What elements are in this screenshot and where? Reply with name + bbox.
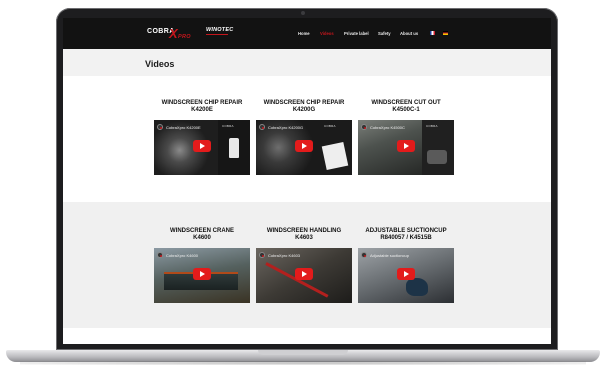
play-button-icon[interactable] <box>193 268 211 280</box>
video-overlay-title: CobraXpro K4200E <box>166 125 201 130</box>
video-title-line2: K4603 <box>295 234 313 241</box>
video-thumbnail[interactable]: CobraXpro K4603 <box>256 248 352 303</box>
video-title-line1: WINDSCREEN CUT OUT <box>371 100 441 106</box>
channel-avatar <box>361 124 367 130</box>
nav-item-about-us[interactable]: About us <box>400 31 418 36</box>
video-title: WINDSCREEN HANDLING K4603 <box>252 228 356 241</box>
partner-logo-underline <box>206 34 228 35</box>
channel-avatar <box>259 252 265 258</box>
video-still <box>406 278 428 296</box>
channel-avatar <box>157 252 163 258</box>
top-navbar: COBRA X PRO WINOTEC Home Videos Private … <box>63 18 551 49</box>
video-overlay-title: CobraXpro K4200G <box>268 125 304 130</box>
video-side-panel <box>422 120 454 175</box>
product-card <box>321 141 349 171</box>
product-tool <box>427 150 447 164</box>
video-title: WINDSCREEN CHIP REPAIR K4200G <box>252 100 356 113</box>
video-title-line2: K4200E <box>191 106 213 113</box>
video-title-line1: WINDSCREEN HANDLING <box>266 228 342 234</box>
play-button-icon[interactable] <box>295 268 313 280</box>
de-flag-icon[interactable] <box>443 31 448 35</box>
video-overlay-title: CobraXpro K4603 <box>268 253 301 258</box>
video-title-line1: ADJUSTABLE SUCTIONCUP <box>365 228 447 234</box>
nav-item-safety[interactable]: Safety <box>378 31 391 36</box>
video-title-line1: WINDSCREEN CRANE <box>169 228 234 234</box>
video-overlay-title: CobraXpro K4500C <box>370 125 405 130</box>
winotec-logo[interactable]: WINOTEC <box>206 27 234 38</box>
video-brand-mark: COBRA <box>426 124 438 128</box>
video-title: WINDSCREEN CHIP REPAIR K4200E <box>150 100 254 113</box>
video-title-line2: R840057 / K4515B <box>380 234 432 241</box>
camera-icon <box>301 11 305 15</box>
video-brand-mark: COBRA <box>324 124 336 128</box>
logo-x: X <box>169 26 178 41</box>
video-title-line2: K4200G <box>292 106 316 113</box>
laptop-screen: COBRA X PRO WINOTEC Home Videos Private … <box>63 18 551 344</box>
video-title: ADJUSTABLE SUCTIONCUP R840057 / K4515B <box>354 228 458 241</box>
channel-avatar <box>259 124 265 130</box>
video-overlay-title: Adjustable suctioncup <box>370 253 409 258</box>
play-button-icon[interactable] <box>295 140 313 152</box>
video-title: WINDSCREEN CRANE K4600 <box>150 228 254 241</box>
play-button-icon[interactable] <box>397 140 415 152</box>
fr-flag-icon[interactable] <box>430 31 435 35</box>
play-button-icon[interactable] <box>193 140 211 152</box>
play-button-icon[interactable] <box>397 268 415 280</box>
video-title: WINDSCREEN CUT OUT K4500C-1 <box>354 100 458 113</box>
video-title-line2: K4500C-1 <box>392 106 420 113</box>
logo-suffix: PRO <box>178 34 191 40</box>
video-thumbnail[interactable]: CobraXpro K4500C COBRA <box>358 120 454 175</box>
channel-avatar <box>361 252 367 258</box>
video-thumbnail[interactable]: CobraXpro K4200G COBRA <box>256 120 352 175</box>
video-thumbnail[interactable]: Adjustable suctioncup <box>358 248 454 303</box>
page-heading-band <box>63 49 551 76</box>
page-title: Videos <box>145 59 175 69</box>
product-bottle <box>229 138 239 158</box>
video-thumbnail[interactable]: CobraXpro K4600 <box>154 248 250 303</box>
partner-logo-text: WINOTEC <box>206 27 234 33</box>
laptop-notch <box>258 350 348 355</box>
video-title-line2: K4600 <box>193 234 211 241</box>
laptop-shadow <box>20 361 586 365</box>
nav-item-home[interactable]: Home <box>298 31 310 36</box>
video-overlay-title: CobraXpro K4600 <box>166 253 199 258</box>
footer-band <box>63 328 551 344</box>
nav-item-private-label[interactable]: Private label <box>344 31 369 36</box>
video-thumbnail[interactable]: CobraXpro K4200E COBRA <box>154 120 250 175</box>
channel-avatar <box>157 124 163 130</box>
video-side-panel <box>218 120 250 175</box>
video-title-line1: WINDSCREEN CHIP REPAIR <box>263 100 345 106</box>
video-title-line1: WINDSCREEN CHIP REPAIR <box>161 100 243 106</box>
video-brand-mark: COBRA <box>222 124 234 128</box>
video-side-panel <box>320 120 352 175</box>
nav-item-videos[interactable]: Videos <box>320 31 334 36</box>
